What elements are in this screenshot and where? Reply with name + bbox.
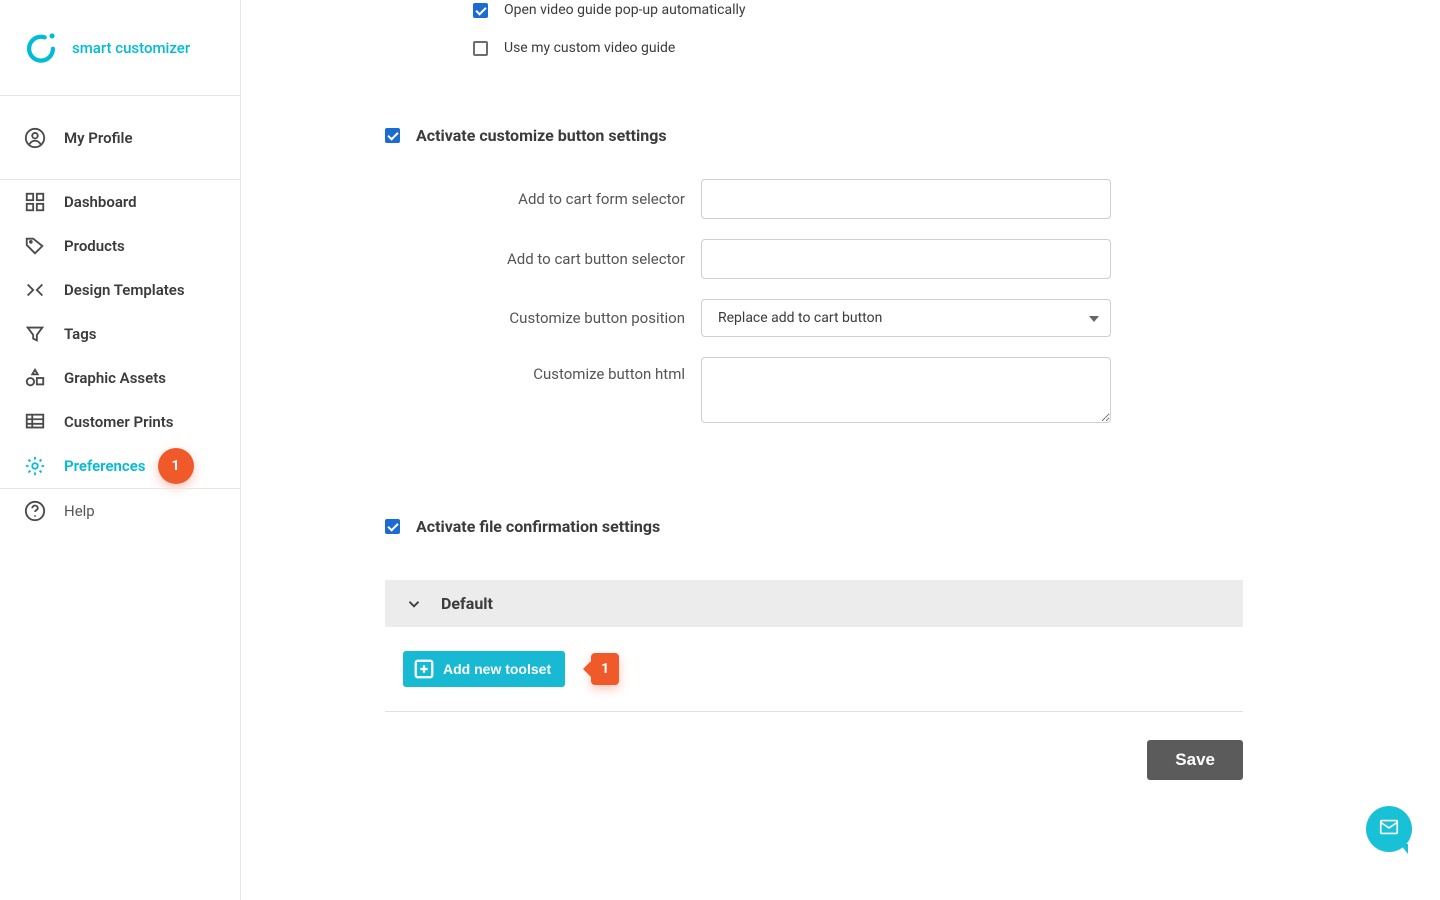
add-toolset-button[interactable]: Add new toolset <box>403 651 565 687</box>
default-collapse[interactable]: Default <box>385 580 1243 627</box>
chevron-down-icon <box>405 595 423 613</box>
activate-customize-button-checkbox[interactable] <box>385 128 400 143</box>
open-video-guide-label: Open video guide pop-up automatically <box>504 2 746 18</box>
tag-icon <box>24 235 46 257</box>
sidebar-item-label: Products <box>64 237 125 255</box>
help-icon <box>24 500 46 522</box>
sidebar-item-tags[interactable]: Tags <box>0 312 240 356</box>
button-selector-input[interactable] <box>701 239 1111 279</box>
templates-icon <box>24 279 46 301</box>
add-toolset-label: Add new toolset <box>443 661 551 677</box>
collapse-title: Default <box>441 594 493 613</box>
open-video-guide-checkbox[interactable] <box>473 3 488 18</box>
button-position-select[interactable]: Replace add to cart button <box>701 299 1111 337</box>
mail-icon <box>1378 816 1400 842</box>
contact-fab[interactable] <box>1366 806 1412 852</box>
customize-button-heading: Activate customize button settings <box>416 126 667 145</box>
sidebar-item-graphic-assets[interactable]: Graphic Assets <box>0 356 240 400</box>
sidebar-item-label: My Profile <box>64 129 133 147</box>
use-custom-video-label: Use my custom video guide <box>504 40 675 56</box>
dashboard-icon <box>24 191 46 213</box>
logo[interactable]: smart customizer <box>0 0 240 96</box>
sidebar-item-label: Help <box>64 502 95 520</box>
sidebar-item-preferences[interactable]: Preferences 1 <box>0 444 240 488</box>
main-content: Open video guide pop-up automatically Us… <box>241 0 1440 900</box>
button-position-label: Customize button position <box>385 309 685 327</box>
divider <box>385 711 1243 712</box>
prints-icon <box>24 411 46 433</box>
profile-icon <box>24 127 46 149</box>
save-button[interactable]: Save <box>1147 740 1243 780</box>
sidebar-item-label: Graphic Assets <box>64 369 166 387</box>
activate-file-confirmation-checkbox[interactable] <box>385 519 400 534</box>
app-name: smart customizer <box>72 39 190 57</box>
sidebar-item-help[interactable]: Help <box>0 489 240 533</box>
add-toolset-badge: 1 <box>591 653 619 685</box>
sidebar-item-label: Preferences <box>64 457 146 475</box>
form-selector-input[interactable] <box>701 179 1111 219</box>
sidebar-item-label: Dashboard <box>64 193 137 211</box>
logo-icon <box>24 30 58 66</box>
sidebar-item-label: Tags <box>64 325 97 343</box>
sidebar-item-label: Customer Prints <box>64 413 174 431</box>
button-html-label: Customize button html <box>385 357 685 383</box>
sidebar-item-products[interactable]: Products <box>0 224 240 268</box>
sidebar-badge: 1 <box>158 448 194 484</box>
form-selector-label: Add to cart form selector <box>385 190 685 208</box>
sidebar-item-design-templates[interactable]: Design Templates <box>0 268 240 312</box>
button-selector-label: Add to cart button selector <box>385 250 685 268</box>
gear-icon <box>24 455 46 477</box>
sidebar-item-profile[interactable]: My Profile <box>0 96 240 180</box>
sidebar-item-dashboard[interactable]: Dashboard <box>0 180 240 224</box>
plus-icon <box>413 658 435 680</box>
sidebar-item-label: Design Templates <box>64 281 185 299</box>
file-confirmation-heading: Activate file confirmation settings <box>416 517 660 536</box>
use-custom-video-checkbox[interactable] <box>473 41 488 56</box>
sidebar: smart customizer My Profile Dashboard Pr… <box>0 0 241 900</box>
filter-icon <box>24 323 46 345</box>
assets-icon <box>24 367 46 389</box>
sidebar-item-customer-prints[interactable]: Customer Prints <box>0 400 240 444</box>
button-html-textarea[interactable] <box>701 357 1111 423</box>
